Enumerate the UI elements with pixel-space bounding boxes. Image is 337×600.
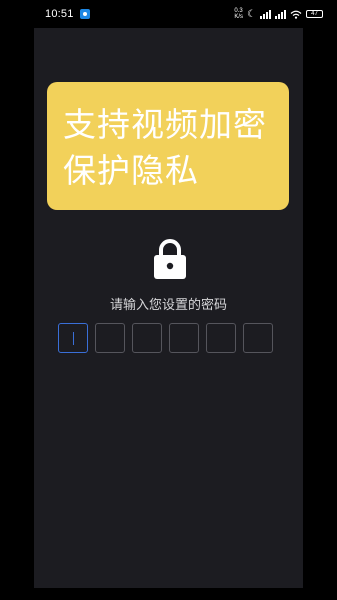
battery-icon: 47	[306, 10, 323, 18]
promo-line-2: 保护隐私	[63, 151, 199, 190]
status-time: 10:51	[45, 8, 74, 20]
pin-box-5[interactable]	[206, 323, 236, 353]
pin-input[interactable]	[58, 323, 273, 353]
status-left: 10:51	[45, 8, 90, 20]
wifi-icon	[290, 10, 302, 19]
pin-box-4[interactable]	[169, 323, 199, 353]
app-screen: 支持视频加密 保护隐私 请输入您设置的密码	[34, 28, 303, 588]
network-speed: 0.3 K/s	[234, 8, 243, 20]
battery-level: 47	[311, 11, 318, 17]
signal-icon	[260, 9, 271, 19]
pin-box-6[interactable]	[243, 323, 273, 353]
lock-icon	[154, 239, 186, 279]
status-bar: 10:51 0.3 K/s ☾ 47	[0, 0, 337, 28]
moon-icon: ☾	[247, 8, 256, 20]
pin-box-1[interactable]	[58, 323, 88, 353]
app-notification-icon	[79, 9, 90, 19]
password-prompt: 请输入您设置的密码	[109, 298, 227, 313]
pin-box-3[interactable]	[132, 323, 162, 353]
promo-line-1: 支持视频加密	[63, 105, 267, 144]
promo-banner: 支持视频加密 保护隐私	[47, 82, 289, 210]
status-right: 0.3 K/s ☾ 47	[234, 8, 323, 20]
pin-box-2[interactable]	[95, 323, 125, 353]
network-speed-unit: K/s	[234, 14, 244, 20]
signal-icon	[275, 9, 286, 19]
